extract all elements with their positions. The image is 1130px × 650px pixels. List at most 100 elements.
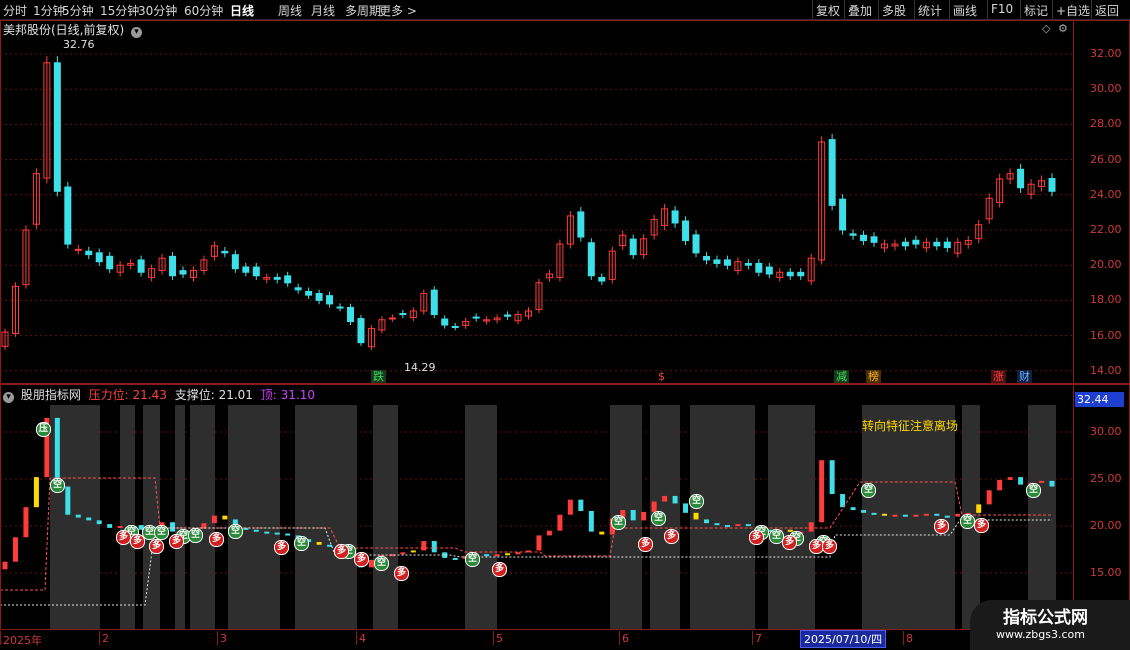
- stock-title-text: 美邦股份(日线,前复权): [3, 23, 125, 37]
- date-axis-tick: [493, 631, 494, 645]
- short-signal-badge[interactable]: 空: [689, 494, 704, 509]
- toolbar-draw-button[interactable]: 画线: [953, 2, 977, 19]
- chevron-down-icon[interactable]: ▾: [3, 392, 14, 403]
- toolbar-30min[interactable]: 30分钟: [138, 2, 177, 19]
- toolbar-separator: [878, 0, 879, 19]
- toolbar-fenshi[interactable]: 分时: [3, 2, 27, 19]
- price-axis-tick: 14.00: [1090, 363, 1122, 377]
- long-signal-badge[interactable]: 多: [169, 534, 184, 549]
- chevron-down-icon[interactable]: ▾: [131, 27, 143, 38]
- date-axis-tick: [217, 631, 218, 645]
- event-marker[interactable]: $: [656, 370, 667, 383]
- long-signal-badge[interactable]: 多: [209, 532, 224, 547]
- long-signal-badge[interactable]: 多: [394, 566, 409, 581]
- long-signal-badge[interactable]: 多: [149, 539, 164, 554]
- short-signal-badge[interactable]: 空: [465, 552, 480, 567]
- event-marker[interactable]: 榜: [866, 370, 881, 383]
- short-signal-badge[interactable]: 空: [50, 478, 65, 493]
- toolbar-monthly[interactable]: 月线: [311, 2, 335, 19]
- event-marker[interactable]: 财: [1017, 370, 1032, 383]
- toolbar-separator: [1052, 0, 1053, 19]
- price-axis-tick: 28.00: [1090, 117, 1122, 131]
- toolbar-separator: [987, 0, 988, 19]
- short-signal-badge[interactable]: 空: [228, 524, 243, 539]
- toolbar-add-watch-button[interactable]: +自选: [1056, 2, 1090, 19]
- event-marker[interactable]: 涨: [991, 370, 1006, 383]
- date-axis-label: 3: [220, 632, 227, 645]
- price-axis-tick: 18.00: [1090, 293, 1122, 307]
- toolbar-multi-stock-button[interactable]: 多股: [882, 2, 906, 19]
- date-axis-label: 6: [622, 632, 629, 645]
- toolbar-separator: [1020, 0, 1021, 19]
- event-marker[interactable]: 跌: [371, 370, 386, 383]
- indicator-axis-tick: 15.00: [1090, 566, 1122, 579]
- toolbar-f10-button[interactable]: F10: [991, 2, 1013, 16]
- watermark-url: www.zbgs3.com: [996, 628, 1085, 641]
- price-axis-tick: 20.00: [1090, 258, 1122, 272]
- price-axis-tick: 16.00: [1090, 328, 1122, 342]
- toolbar-stats-button[interactable]: 统计: [918, 2, 942, 19]
- date-axis-label: 4: [359, 632, 366, 645]
- pressure-signal-badge[interactable]: 压: [36, 422, 51, 437]
- toolbar-restore-button[interactable]: 复权: [816, 2, 840, 19]
- toolbar-overlay-button[interactable]: 叠加: [848, 2, 872, 19]
- toolbar-back-button[interactable]: 返回: [1095, 2, 1119, 19]
- long-signal-badge[interactable]: 多: [638, 537, 653, 552]
- long-signal-badge[interactable]: 多: [492, 562, 507, 577]
- indicator-axis-tick: 30.00: [1090, 425, 1122, 438]
- long-signal-badge[interactable]: 多: [130, 534, 145, 549]
- diamond-icon[interactable]: ◇: [1042, 22, 1050, 35]
- long-signal-badge[interactable]: 多: [334, 544, 349, 559]
- long-signal-badge[interactable]: 多: [782, 535, 797, 550]
- short-signal-badge[interactable]: 空: [188, 528, 203, 543]
- short-signal-badge[interactable]: 空: [651, 511, 666, 526]
- indicator-axis-tick: 20.00: [1090, 519, 1122, 532]
- price-axis-tick: 24.00: [1090, 187, 1122, 201]
- toolbar-60min[interactable]: 60分钟: [184, 2, 223, 19]
- date-axis-label: 2025年: [3, 634, 42, 647]
- toolbar-separator: [812, 0, 813, 19]
- stock-title[interactable]: 美邦股份(日线,前复权) ▾: [3, 21, 143, 38]
- long-signal-badge[interactable]: 多: [822, 539, 837, 554]
- toolbar-separator: [949, 0, 950, 19]
- date-axis-tick: [752, 631, 753, 645]
- price-axis-tick: 30.00: [1090, 82, 1122, 96]
- indicator-title[interactable]: ▾ 股朋指标网 压力位: 21.43 支撑位: 21.01 顶: 31.10: [3, 386, 315, 403]
- long-signal-badge[interactable]: 多: [664, 529, 679, 544]
- event-marker[interactable]: 减: [834, 370, 849, 383]
- long-signal-badge[interactable]: 多: [354, 552, 369, 567]
- price-axis-tick: 26.00: [1090, 152, 1122, 166]
- toolbar-weekly[interactable]: 周线: [278, 2, 302, 19]
- short-signal-badge[interactable]: 空: [960, 514, 975, 529]
- long-signal-badge[interactable]: 多: [974, 518, 989, 533]
- short-signal-badge[interactable]: 空: [1026, 483, 1041, 498]
- toolbar-multi[interactable]: 多周期: [345, 2, 381, 19]
- price-panel: [0, 20, 1074, 384]
- long-signal-badge[interactable]: 多: [934, 519, 949, 534]
- long-signal-badge[interactable]: 多: [749, 530, 764, 545]
- price-axis-tick: 22.00: [1090, 223, 1122, 236]
- date-axis-tick: [0, 631, 1, 645]
- indicator-axis-panel: [1073, 384, 1130, 630]
- date-axis-label: 2: [102, 632, 109, 645]
- low-price-label: 14.29: [404, 361, 436, 374]
- long-signal-badge[interactable]: 多: [116, 530, 131, 545]
- date-axis-tick: [356, 631, 357, 645]
- short-signal-badge[interactable]: 空: [294, 536, 309, 551]
- short-signal-badge[interactable]: 空: [154, 525, 169, 540]
- short-signal-badge[interactable]: 空: [861, 483, 876, 498]
- long-signal-badge[interactable]: 多: [274, 540, 289, 555]
- date-axis-tick: [99, 631, 100, 645]
- toolbar-more[interactable]: 更多 >: [379, 2, 417, 19]
- toolbar-15min[interactable]: 15分钟: [100, 2, 139, 19]
- toolbar-5min[interactable]: 5分钟: [62, 2, 94, 19]
- short-signal-badge[interactable]: 空: [374, 556, 389, 571]
- toolbar-daily[interactable]: 日线: [230, 2, 254, 19]
- toolbar-1min[interactable]: 1分钟: [33, 2, 65, 19]
- support-label: 支撑位: 21.01: [174, 388, 253, 402]
- toolbar-mark-button[interactable]: 标记: [1024, 2, 1048, 19]
- short-signal-badge[interactable]: 空: [611, 515, 626, 530]
- toolbar-separator: [844, 0, 845, 19]
- gear-icon[interactable]: ⚙: [1058, 22, 1068, 35]
- toolbar-separator: [1091, 0, 1092, 19]
